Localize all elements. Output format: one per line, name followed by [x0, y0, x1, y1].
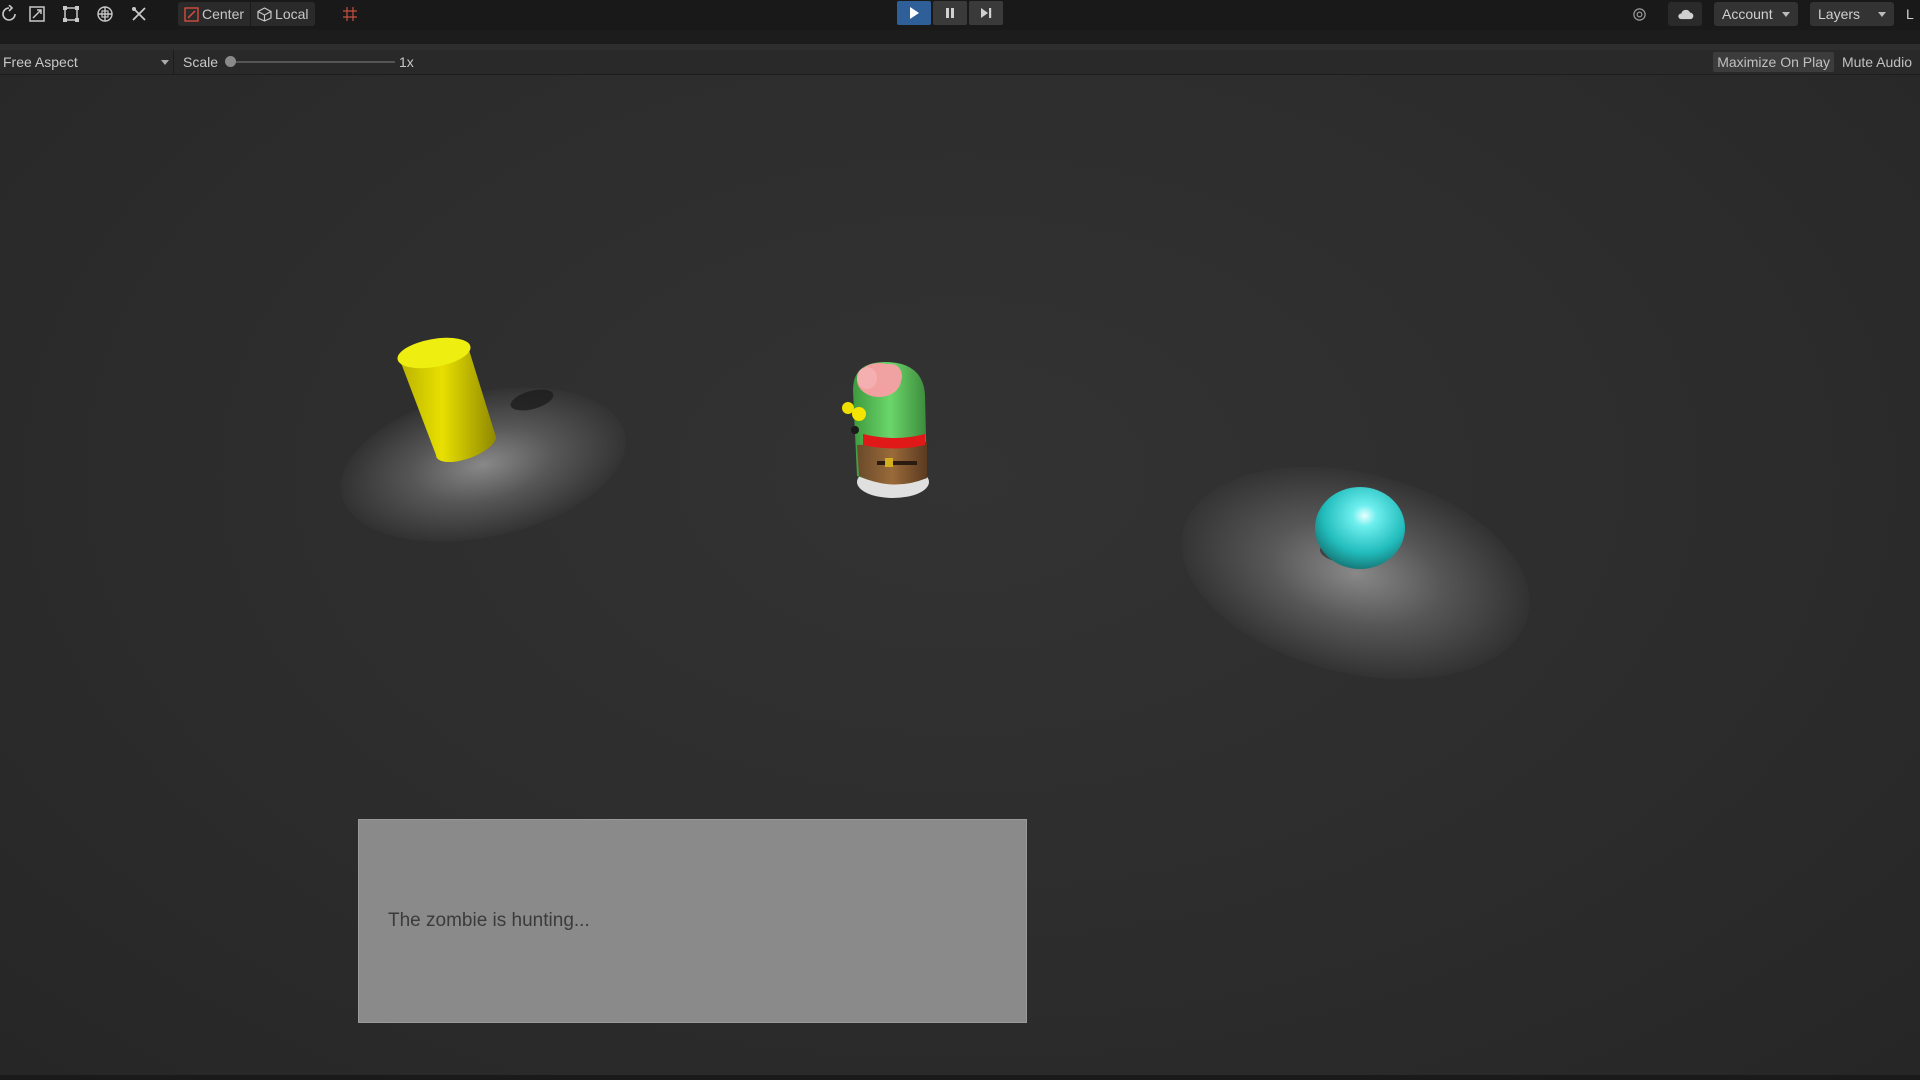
grid-snap-icon: [343, 7, 357, 21]
pause-icon: [946, 8, 954, 18]
account-dropdown[interactable]: Account: [1714, 2, 1798, 26]
play-button[interactable]: [897, 1, 931, 25]
transform-tool-icon[interactable]: [88, 2, 122, 26]
play-icon: [910, 7, 919, 19]
transform-tools: [0, 2, 156, 26]
game-view-toolbar: Free Aspect Scale 1x Maximize On Play Mu…: [0, 50, 1920, 75]
chevron-down-icon: [161, 59, 169, 65]
chevron-down-icon: [1878, 11, 1886, 17]
cloud-icon: [1677, 9, 1693, 19]
zombie-character: [842, 362, 929, 498]
chevron-down-icon: [1782, 11, 1790, 17]
scale-label: Scale: [183, 54, 219, 70]
step-button[interactable]: [969, 1, 1003, 25]
rect-tool-icon[interactable]: [54, 2, 88, 26]
aspect-dropdown[interactable]: Free Aspect: [0, 50, 174, 74]
maximize-on-play-label: Maximize On Play: [1717, 54, 1830, 70]
layers-label: Layers: [1818, 6, 1861, 22]
pivot-mode-button[interactable]: Center: [178, 2, 252, 26]
layout-label: L: [1906, 6, 1914, 22]
pivot-center-icon: [184, 6, 199, 22]
step-icon: [981, 8, 992, 18]
cloud-button[interactable]: [1668, 2, 1702, 26]
playback-controls: [897, 1, 1003, 25]
yellow-cylinder: [397, 337, 554, 463]
pause-button[interactable]: [933, 1, 967, 25]
scale-tool-icon[interactable]: [20, 2, 54, 26]
pivot-rotation-label: Local: [275, 6, 309, 22]
status-text: The zombie is hunting...: [388, 910, 590, 931]
scale-value: 1x: [399, 54, 414, 70]
grid-snap-button[interactable]: [335, 2, 365, 26]
maximize-on-play-toggle[interactable]: Maximize On Play: [1713, 52, 1834, 72]
mute-audio-toggle[interactable]: Mute Audio: [1838, 52, 1916, 72]
scale-slider-track[interactable]: [230, 61, 395, 63]
account-label: Account: [1722, 6, 1773, 22]
layout-dropdown[interactable]: L: [1906, 2, 1920, 26]
main-toolbar: Center Local Account Layers L: [0, 0, 1920, 31]
status-panel: The zombie is hunting...: [358, 819, 1027, 1023]
collab-icon: [1632, 7, 1646, 21]
pivot-controls: Center Local: [178, 2, 315, 26]
custom-tool-icon[interactable]: [122, 2, 156, 26]
pivot-rotation-button[interactable]: Local: [251, 2, 314, 26]
pivot-mode-label: Center: [202, 6, 245, 22]
toolbar-right: Account Layers L: [1622, 2, 1920, 26]
window-bottom-edge: [0, 1075, 1920, 1080]
aspect-label: Free Aspect: [3, 54, 78, 70]
collab-button[interactable]: [1622, 2, 1656, 26]
cyan-sphere: [1315, 487, 1405, 569]
layers-dropdown[interactable]: Layers: [1810, 2, 1894, 26]
rotate-tool-icon[interactable]: [0, 2, 20, 26]
mute-audio-label: Mute Audio: [1841, 54, 1912, 70]
game-view-tab-strip: [0, 30, 1920, 44]
cube-icon: [257, 6, 272, 22]
scale-slider-thumb[interactable]: [225, 56, 236, 67]
